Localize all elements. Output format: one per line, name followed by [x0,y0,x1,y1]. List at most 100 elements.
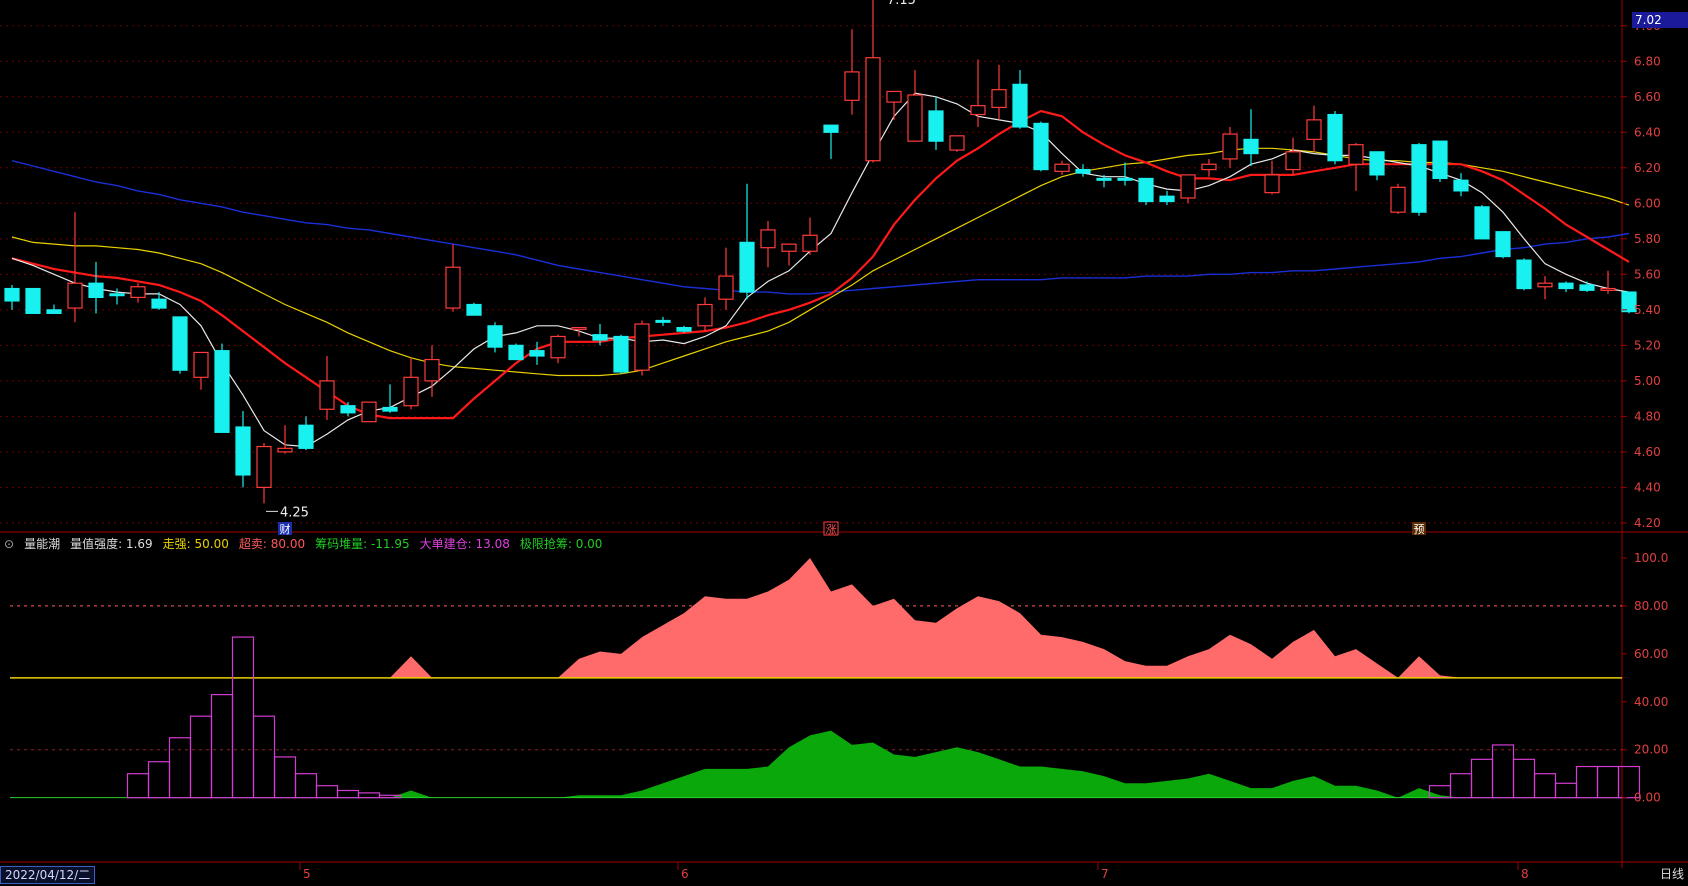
event-marker-label: 预 [1414,523,1425,536]
candle [256,443,272,504]
low-label: 4.25 [280,505,309,520]
price-tick-label: 5.20 [1634,338,1661,352]
indicator-tick-label: 80.00 [1634,599,1668,613]
event-marker-label: 涨 [826,523,837,536]
candle [550,334,566,364]
candle-body-down [928,110,944,142]
candle-body-down [88,282,104,299]
price-tick-label: 6.80 [1634,54,1661,68]
candle [823,124,839,159]
candle-body-up [1222,133,1238,160]
candle [949,135,965,152]
candle [760,221,776,268]
candle [634,320,650,376]
candle-body-up [1390,186,1406,213]
period-label[interactable]: 日线 [1660,866,1684,882]
candle [1369,151,1385,181]
month-label: 8 [1521,867,1529,881]
candle-body-up [1285,151,1301,171]
event-marker-label: 财 [280,522,291,536]
candle [88,261,104,314]
current-date: 2022/04/12/二 [0,866,96,884]
big-order-bar [273,756,297,799]
candle [718,247,734,310]
big-order-bar [1533,773,1557,799]
candle-body-down [487,325,503,348]
candle-body-up [550,335,566,359]
indicator-tick-label: 40.00 [1634,695,1668,709]
candle [1180,174,1196,204]
candle [613,334,629,374]
candle-body-up [781,243,797,252]
stock-chart[interactable]: 7.006.806.606.406.206.005.805.605.405.20… [0,0,1688,886]
indicator-value: 量值强度: 1.69 [70,537,153,551]
candle-body-up [403,376,419,407]
candle-body-up [886,90,902,103]
candle-body-down [466,303,482,316]
candle-body-down [151,298,167,309]
candle-body-down [235,426,251,476]
candle-body-up [1264,174,1280,194]
candle-body-up [424,358,440,382]
indicator-tick-label: 20.00 [1634,743,1668,757]
candle-body-up [949,135,965,151]
candle [67,212,83,323]
candle-body-down [1033,122,1049,171]
price-tick-label: 6.40 [1634,125,1661,139]
candle [403,357,419,410]
price-tick-label: 5.80 [1634,232,1661,246]
month-label: 7 [1101,867,1109,881]
candle-body-up [130,286,146,299]
candle-body-down [592,334,608,341]
big-order-bar [189,715,213,799]
candle-body-up [319,380,335,410]
candle-body-up [1306,119,1322,140]
candle [508,343,524,361]
big-order-bar [357,792,381,799]
indicator-tick-label: 60.00 [1634,647,1668,661]
candle-body-down [1495,231,1511,258]
candle [781,243,797,266]
candle [25,287,41,314]
big-order-bar [294,773,318,799]
big-order-bar [252,715,276,799]
candle [1243,109,1259,167]
price-tick-label: 5.00 [1634,374,1661,388]
candle-body-up [1054,163,1070,172]
candle-body-down [1558,282,1574,290]
candle [1453,173,1469,197]
price-tick-label: 6.20 [1634,161,1661,175]
candle-body-down [1516,259,1532,290]
candle-body-down [4,287,20,302]
candle [487,322,503,353]
indicator-tick-label: 0.00 [1634,791,1661,805]
candle [865,0,881,163]
candle-body-down [382,406,398,412]
candle [319,356,335,420]
candle-body-up [970,105,986,116]
indicator-value: 极限抢筹: 0.00 [519,537,603,551]
high-label: 7.15 [887,0,916,8]
candle [193,351,209,390]
big-order-bar [231,636,255,799]
candle-body-down [214,350,230,433]
candle [1411,142,1427,216]
price-tick-label: 5.60 [1634,267,1661,281]
candle [697,297,713,332]
indicator-value: 筹码堆量: -11.95 [315,537,410,551]
candle-body-up [1600,287,1616,291]
big-order-bar [126,773,150,799]
candle [1348,142,1364,191]
big-order-bar [1512,758,1536,799]
candle-body-up [718,275,734,300]
candle-body-down [172,316,188,371]
candle [1579,281,1595,293]
candle [340,402,356,417]
candle-body-down [1579,284,1595,291]
candle-body-up [256,445,272,488]
candle [445,244,461,312]
collapse-icon[interactable]: ⊙ [4,537,14,551]
candle [928,96,944,151]
ma20-line [11,147,1630,377]
candle-body-down [109,293,125,297]
